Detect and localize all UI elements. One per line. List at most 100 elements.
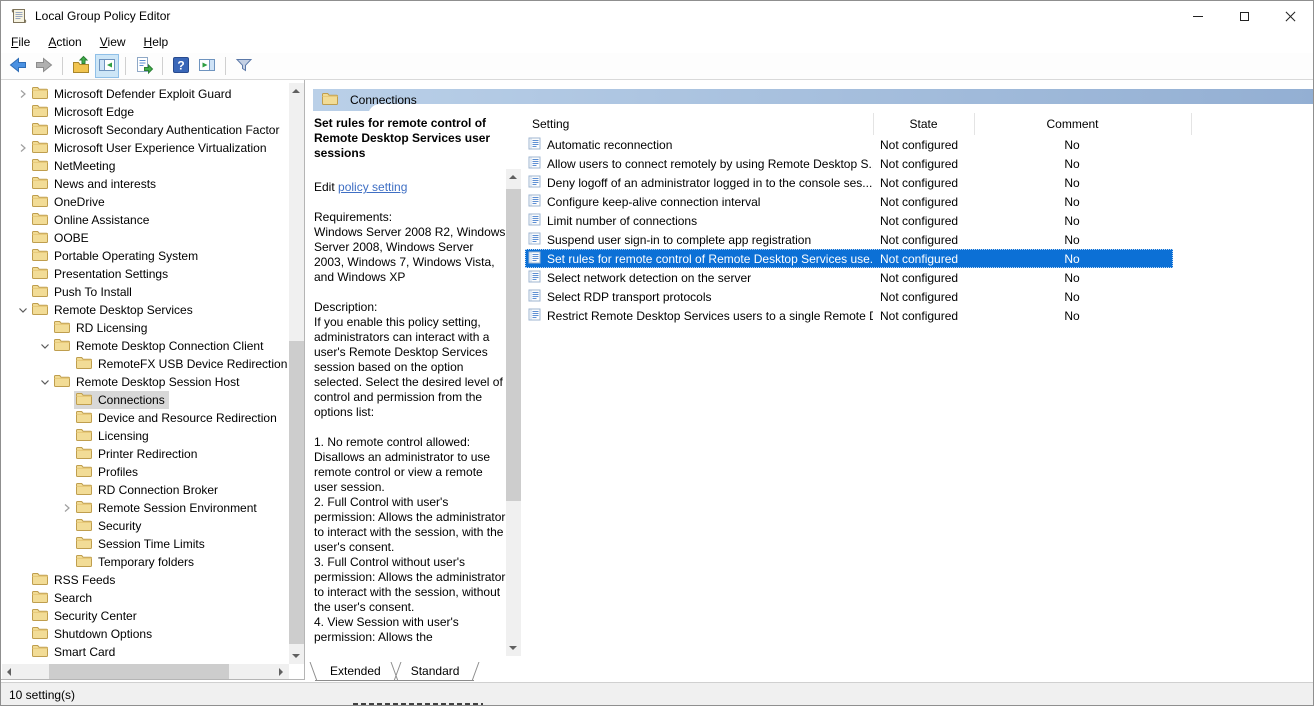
tree-node[interactable]: Printer Redirection [74, 445, 201, 463]
chevron-right-icon[interactable] [60, 501, 74, 515]
tree-node[interactable]: Temporary folders [74, 553, 198, 571]
chevron-right-icon[interactable] [16, 87, 30, 101]
menu-action[interactable]: Action [39, 32, 90, 52]
scroll-down-icon[interactable] [292, 654, 300, 658]
setting-row[interactable]: Automatic reconnectionNot configuredNo [525, 135, 1173, 154]
show-action-pane-button[interactable] [195, 54, 219, 78]
setting-row[interactable]: Deny logoff of an administrator logged i… [525, 173, 1173, 192]
menu-file[interactable]: File [2, 32, 39, 52]
tree-vscroll-thumb[interactable] [289, 341, 304, 644]
tree-node[interactable]: News and interests [30, 175, 160, 193]
tree-node[interactable]: Security [74, 517, 145, 535]
tree-node[interactable]: Online Assistance [30, 211, 153, 229]
tree-item-remote-desktop-connection-client[interactable]: Remote Desktop Connection Client [2, 337, 288, 355]
menu-view[interactable]: View [91, 32, 135, 52]
tree-item-news-and-interests[interactable]: News and interests [2, 175, 288, 193]
up-one-level-button[interactable] [69, 54, 93, 78]
column-header-comment[interactable]: Comment [974, 114, 1171, 134]
tree-item-security[interactable]: Security [2, 517, 288, 535]
tree-node[interactable]: Presentation Settings [30, 265, 172, 283]
tree-node[interactable]: Microsoft User Experience Virtualization [30, 139, 271, 157]
tree-node[interactable]: Security Center [30, 607, 141, 625]
chevron-down-icon[interactable] [38, 375, 52, 389]
forward-button[interactable] [32, 54, 56, 78]
description-scrollbar[interactable] [506, 169, 521, 656]
tree-item-portable-operating-system[interactable]: Portable Operating System [2, 247, 288, 265]
minimize-button[interactable] [1175, 1, 1221, 31]
tree-node[interactable]: OOBE [30, 229, 93, 247]
column-header-setting[interactable]: Setting [532, 114, 569, 134]
tree-item-shutdown-options[interactable]: Shutdown Options [2, 625, 288, 643]
tree-item-session-time-limits[interactable]: Session Time Limits [2, 535, 288, 553]
tree-item-microsoft-defender-exploit-guard[interactable]: Microsoft Defender Exploit Guard [2, 85, 288, 103]
scroll-up-icon[interactable] [292, 89, 300, 93]
tree-node[interactable]: Microsoft Defender Exploit Guard [30, 85, 235, 103]
tree-item-microsoft-edge[interactable]: Microsoft Edge [2, 103, 288, 121]
tree-node[interactable]: Smart Card [30, 643, 119, 661]
tree-item-device-and-resource-redirection[interactable]: Device and Resource Redirection [2, 409, 288, 427]
tree-item-netmeeting[interactable]: NetMeeting [2, 157, 288, 175]
tree-node[interactable]: Microsoft Secondary Authentication Facto… [30, 121, 283, 139]
tab-standard[interactable]: Standard [396, 662, 475, 681]
tree-node[interactable]: RSS Feeds [30, 571, 119, 589]
tree-horizontal-scrollbar[interactable] [2, 664, 289, 679]
setting-row[interactable]: Select network detection on the serverNo… [525, 268, 1173, 287]
tree-node[interactable]: Profiles [74, 463, 142, 481]
setting-row[interactable]: Configure keep-alive connection interval… [525, 192, 1173, 211]
tree-node[interactable]: Portable Operating System [30, 247, 202, 265]
chevron-down-icon[interactable] [38, 339, 52, 353]
edit-policy-setting-link[interactable]: policy setting [338, 180, 407, 194]
tree-node[interactable]: RemoteFX USB Device Redirection [74, 355, 288, 373]
chevron-down-icon[interactable] [16, 303, 30, 317]
help-button[interactable]: ? [169, 54, 193, 78]
tree-item-rd-connection-broker[interactable]: RD Connection Broker [2, 481, 288, 499]
tab-extended[interactable]: Extended [315, 662, 396, 681]
column-separator[interactable] [1191, 113, 1192, 135]
tree-item-rss-feeds[interactable]: RSS Feeds [2, 571, 288, 589]
tree-node[interactable]: Shutdown Options [30, 625, 156, 643]
tree-item-smart-card[interactable]: Smart Card [2, 643, 288, 661]
tree-node[interactable]: Remote Desktop Connection Client [52, 337, 267, 355]
tree-node[interactable]: Device and Resource Redirection [74, 409, 281, 427]
tree-node[interactable]: OneDrive [30, 193, 109, 211]
tree-node[interactable]: Remote Desktop Session Host [52, 373, 243, 391]
tree-item-printer-redirection[interactable]: Printer Redirection [2, 445, 288, 463]
setting-row[interactable]: Restrict Remote Desktop Services users t… [525, 306, 1173, 325]
tree-item-onedrive[interactable]: OneDrive [2, 193, 288, 211]
tree-item-oobe[interactable]: OOBE [2, 229, 288, 247]
menu-help[interactable]: Help [135, 32, 178, 52]
tree-vertical-scrollbar[interactable] [289, 83, 304, 664]
tree-node[interactable]: RD Licensing [52, 319, 151, 337]
tree-node[interactable]: Remote Session Environment [74, 499, 261, 517]
setting-row[interactable]: Allow users to connect remotely by using… [525, 154, 1173, 173]
close-button[interactable] [1267, 1, 1313, 31]
tree-node[interactable]: Search [30, 589, 96, 607]
tree-node[interactable]: RD Connection Broker [74, 481, 222, 499]
show-console-tree-button[interactable] [95, 54, 119, 78]
scroll-up-icon[interactable] [509, 175, 517, 179]
tree-node[interactable]: NetMeeting [30, 157, 119, 175]
tree-node[interactable]: Push To Install [30, 283, 136, 301]
tree-node[interactable]: Microsoft Edge [30, 103, 138, 121]
tree-item-search[interactable]: Search [2, 589, 288, 607]
tree-item-remote-session-environment[interactable]: Remote Session Environment [2, 499, 288, 517]
chevron-right-icon[interactable] [16, 141, 30, 155]
description-scroll-thumb[interactable] [506, 189, 521, 501]
tree-item-presentation-settings[interactable]: Presentation Settings [2, 265, 288, 283]
back-button[interactable] [6, 54, 30, 78]
tree-item-rd-licensing[interactable]: RD Licensing [2, 319, 288, 337]
column-separator[interactable] [873, 113, 874, 135]
scroll-down-icon[interactable] [509, 646, 517, 650]
tree-item-connections[interactable]: Connections [2, 391, 288, 409]
setting-row-selected[interactable]: Set rules for remote control of Remote D… [525, 249, 1173, 268]
column-separator[interactable] [974, 113, 975, 135]
setting-row[interactable]: Limit number of connectionsNot configure… [525, 211, 1173, 230]
tree-hscroll-thumb[interactable] [49, 664, 229, 679]
setting-row[interactable]: Select RDP transport protocolsNot config… [525, 287, 1173, 306]
tree-item-online-assistance[interactable]: Online Assistance [2, 211, 288, 229]
tree-item-remote-desktop-services[interactable]: Remote Desktop Services [2, 301, 288, 319]
tree-item-push-to-install[interactable]: Push To Install [2, 283, 288, 301]
column-header-state[interactable]: State [873, 114, 974, 134]
tree-item-remotefx-usb-device-redirection[interactable]: RemoteFX USB Device Redirection [2, 355, 288, 373]
export-list-button[interactable] [132, 54, 156, 78]
